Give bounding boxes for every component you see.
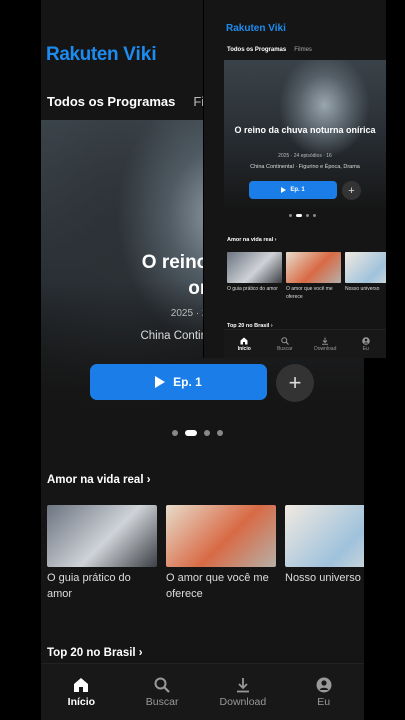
mini-play-episode-button[interactable]: Ep. 1 xyxy=(249,181,337,199)
logo-text-rakuten: Rakuten xyxy=(46,44,119,65)
nav-download[interactable]: Download xyxy=(208,677,278,708)
show-card-title: Nosso universo xyxy=(285,572,361,584)
show-thumbnail xyxy=(166,505,276,567)
mini-logo-text-viki: Viki xyxy=(268,23,286,34)
nav-download-label: Download xyxy=(219,695,267,708)
mini-nav-download-label: Download xyxy=(314,345,337,352)
section-title-top20[interactable]: Top 20 no Brasil › xyxy=(47,647,143,659)
mini-nav-home-label: Início xyxy=(237,345,251,352)
mini-nav-profile[interactable]: Eu xyxy=(348,336,383,352)
carousel-indicator xyxy=(172,430,223,436)
bottom-navigation: Início Buscar Download Eu xyxy=(41,663,364,720)
show-thumbnail xyxy=(285,505,364,567)
show-card[interactable]: O amor que você me oferece xyxy=(166,505,276,602)
show-card-title: O amor que você me oferece xyxy=(166,572,269,600)
play-episode-label: Ep. 1 xyxy=(173,375,202,389)
mini-tab-movies[interactable]: Filmes xyxy=(294,47,312,53)
mini-hero-title: O reino da chuva noturna onírica xyxy=(234,125,376,135)
mini-show-card-title: Nosso universo xyxy=(345,286,380,292)
mini-carousel-dot-active[interactable] xyxy=(296,214,302,217)
nav-search-label: Buscar xyxy=(145,695,179,708)
mini-logo-text-rakuten: Rakuten xyxy=(226,23,266,34)
home-icon xyxy=(240,337,248,344)
mini-add-to-list-button[interactable]: + xyxy=(342,181,361,200)
mini-play-episode-label: Ep. 1 xyxy=(290,187,305,193)
play-icon xyxy=(155,376,166,388)
carousel-dot-active[interactable] xyxy=(185,430,197,436)
mini-nav-search-label: Buscar xyxy=(276,345,293,352)
mini-nav-search[interactable]: Buscar xyxy=(267,336,302,352)
nav-home[interactable]: Início xyxy=(46,677,116,708)
download-icon xyxy=(236,677,249,692)
mini-carousel-dot[interactable] xyxy=(289,214,292,217)
show-card-title: O guia prático do amor xyxy=(47,572,131,600)
mini-nav-home[interactable]: Início xyxy=(227,337,262,352)
mini-carousel-indicator xyxy=(289,214,316,217)
mini-show-thumbnail xyxy=(286,252,341,283)
mini-hero-meta: 2025 · 24 episódios · 16 xyxy=(278,153,332,159)
mini-plus-icon: + xyxy=(348,184,355,197)
brand-logo[interactable]: Rakuten Viki xyxy=(46,44,157,66)
mini-show-card-title: O guia prático do amor xyxy=(227,286,278,292)
show-card[interactable]: O guia prático do amor xyxy=(47,505,157,602)
mini-show-thumbnail xyxy=(345,252,386,283)
carousel-dot[interactable] xyxy=(217,430,223,436)
mini-brand-logo: Rakuten Viki xyxy=(226,23,286,34)
nav-home-label: Início xyxy=(67,695,96,708)
mini-tab-all-programs[interactable]: Todos os Programas xyxy=(227,47,286,53)
mini-show-card[interactable]: O guia prático do amor xyxy=(227,252,282,301)
nav-profile[interactable]: Eu xyxy=(289,677,359,708)
nav-profile-label: Eu xyxy=(317,695,331,708)
mini-bottom-navigation: Início Buscar Download Eu xyxy=(224,329,386,358)
mini-amor-row: O guia prático do amor O amor que você m… xyxy=(227,252,386,301)
mini-carousel-dot[interactable] xyxy=(313,214,316,217)
show-card[interactable]: Nosso universo xyxy=(285,505,364,602)
add-to-list-button[interactable]: + xyxy=(276,364,314,402)
profile-icon xyxy=(316,677,332,692)
mini-preview-screen: Rakuten Viki Todos os Programas Filmes O… xyxy=(203,0,386,358)
nav-search[interactable]: Buscar xyxy=(127,677,197,708)
search-icon xyxy=(154,677,170,693)
download-icon xyxy=(322,337,329,345)
mini-show-thumbnail xyxy=(227,252,282,283)
mini-carousel-dot[interactable] xyxy=(306,214,309,217)
mini-nav-profile-label: Eu xyxy=(362,345,369,352)
mini-show-card-title: O amor que você me oferece xyxy=(286,286,333,300)
mini-category-tabs: Todos os Programas Filmes xyxy=(227,47,312,53)
section-title-amor[interactable]: Amor na vida real › xyxy=(47,474,151,486)
show-thumbnail xyxy=(47,505,157,567)
home-icon xyxy=(74,677,89,692)
mini-show-card[interactable]: O amor que você me oferece xyxy=(286,252,341,301)
tab-all-programs[interactable]: Todos os Programas xyxy=(47,94,175,109)
carousel-dot[interactable] xyxy=(204,430,210,436)
search-icon xyxy=(281,336,289,345)
mini-show-card[interactable]: Nosso universo xyxy=(345,252,386,301)
mini-section-title-amor[interactable]: Amor na vida real › xyxy=(227,237,277,243)
amor-row: O guia prático do amor O amor que você m… xyxy=(47,505,364,602)
logo-text-viki: Viki xyxy=(123,44,157,65)
carousel-dot[interactable] xyxy=(172,430,178,436)
mini-nav-download[interactable]: Download xyxy=(308,337,343,352)
profile-icon xyxy=(362,336,370,345)
plus-icon: + xyxy=(288,370,302,395)
mini-hero-genre: China Continental · Figurino e Época, Dr… xyxy=(250,164,360,170)
play-episode-button[interactable]: Ep. 1 xyxy=(90,364,267,400)
mini-play-icon xyxy=(281,187,287,193)
